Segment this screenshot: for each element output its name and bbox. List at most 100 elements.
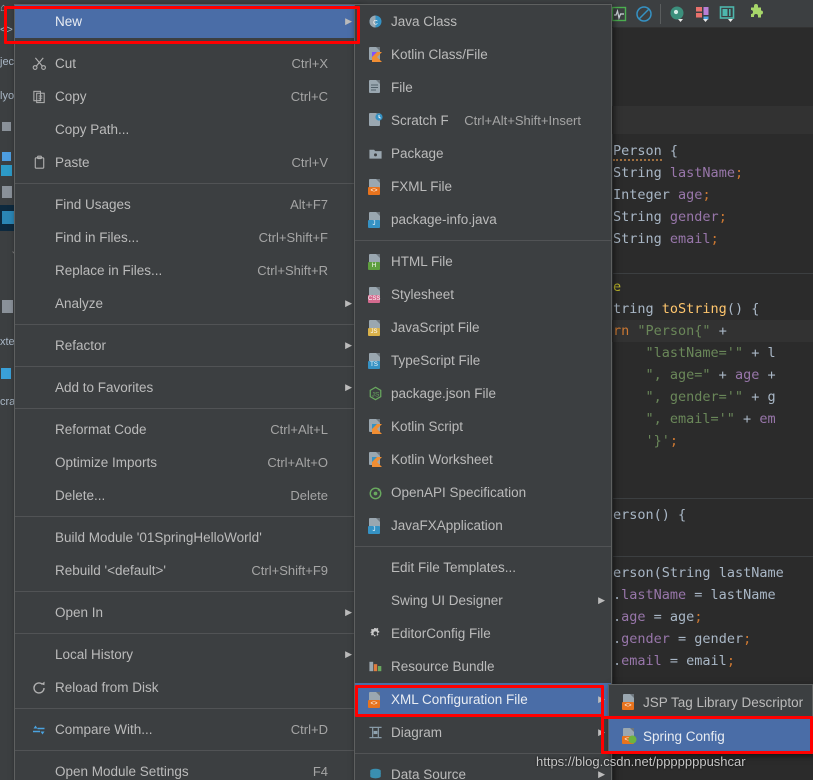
- submenu-item-label: Resource Bundle: [391, 659, 495, 674]
- menu-item-label: Compare With...: [55, 722, 153, 737]
- menu-item-cut[interactable]: Cut Ctrl+X: [15, 47, 358, 80]
- scratch-file-icon: [361, 104, 389, 137]
- database-icon[interactable]: [719, 5, 737, 23]
- blank-icon: [25, 554, 53, 587]
- menu-item-label: Replace in Files...: [55, 263, 163, 278]
- menu-item-rebuild[interactable]: Rebuild '<default>' Ctrl+Shift+F9: [15, 554, 358, 587]
- structure-icon[interactable]: [694, 5, 712, 23]
- submenu-item-spring-config[interactable]: <> Spring Config: [609, 719, 812, 753]
- submenu-item-label: TypeScript File: [391, 353, 481, 368]
- submenu-item-file[interactable]: File: [355, 71, 611, 104]
- submenu-item-fxml-file[interactable]: <> FXML File: [355, 170, 611, 203]
- menu-item-reload-from-disk[interactable]: Reload from Disk: [15, 671, 358, 704]
- menu-item-new[interactable]: New ▶: [15, 5, 358, 38]
- submenu-item-label: Kotlin Class/File: [391, 47, 488, 62]
- submenu-item-package-info[interactable]: J package-info.java: [355, 203, 611, 236]
- submenu-item-editorconfig-file[interactable]: EditorConfig File: [355, 617, 611, 650]
- menu-item-open-in[interactable]: Open In ▶: [15, 596, 358, 629]
- submenu-item-javafxapplication[interactable]: J JavaFXApplication: [355, 509, 611, 542]
- data-source-icon: [361, 758, 389, 780]
- code-line: ", email='" + em: [645, 411, 776, 427]
- menu-item-label: Reformat Code: [55, 422, 147, 437]
- code-line: Person {: [613, 143, 679, 161]
- menu-item-analyze[interactable]: Analyze ▶: [15, 287, 358, 320]
- coverage-icon[interactable]: [669, 5, 687, 23]
- menu-item-accelerator: Ctrl+Shift+R: [257, 263, 328, 278]
- submenu-item-label: XML Configuration File: [391, 692, 528, 707]
- menu-separator: [15, 591, 358, 592]
- submenu-item-label: package.json File: [391, 386, 497, 401]
- submenu-item-kotlin-worksheet[interactable]: Kotlin Worksheet: [355, 443, 611, 476]
- submenu-item-xml-configuration-file[interactable]: <> XML Configuration File ▶: [355, 683, 611, 716]
- menu-item-reformat-code[interactable]: Reformat Code Ctrl+Alt+L: [15, 413, 358, 446]
- code-line: e: [613, 279, 622, 295]
- submenu-item-scratch-file[interactable]: Scratch File Ctrl+Alt+Shift+Insert: [355, 104, 611, 137]
- scissors-icon: [25, 47, 53, 80]
- submenu-item-label: OpenAPI Specification: [391, 485, 527, 500]
- code-line: tring toString() {: [613, 301, 760, 317]
- submenu-item-openapi-specification[interactable]: OpenAPI Specification: [355, 476, 611, 509]
- menu-item-refactor[interactable]: Refactor ▶: [15, 329, 358, 362]
- menu-item-optimize-imports[interactable]: Optimize Imports Ctrl+Alt+O: [15, 446, 358, 479]
- submenu-item-stylesheet[interactable]: CSS Stylesheet: [355, 278, 611, 311]
- submenu-item-kotlin-class-file[interactable]: Kotlin Class/File: [355, 38, 611, 71]
- submenu-item-label: Java Class: [391, 14, 458, 29]
- blank-icon: [25, 254, 53, 287]
- project-node-icon: [1, 165, 12, 176]
- submenu-item-edit-file-templates[interactable]: Edit File Templates...: [355, 551, 611, 584]
- menu-item-label: Open In: [55, 605, 104, 620]
- submenu-item-diagram[interactable]: Diagram ▶: [355, 716, 611, 749]
- submenu-item-kotlin-script[interactable]: Kotlin Script: [355, 410, 611, 443]
- blank-icon: [361, 551, 389, 584]
- menu-item-copy[interactable]: Copy Ctrl+C: [15, 80, 358, 113]
- project-view-context-menu[interactable]: New ▶ Cut Ctrl+X Copy Ctrl+C Copy Path..…: [14, 4, 359, 780]
- submenu-item-swing-ui-designer[interactable]: Swing UI Designer ▶: [355, 584, 611, 617]
- submenu-item-packagejson-file[interactable]: JS package.json File: [355, 377, 611, 410]
- menu-item-replace-in-files[interactable]: Replace in Files... Ctrl+Shift+R: [15, 254, 358, 287]
- menu-item-paste[interactable]: Paste Ctrl+V: [15, 146, 358, 179]
- xml-configuration-file-submenu[interactable]: <> JSP Tag Library Descriptor <> Spring …: [608, 684, 813, 754]
- refresh-icon: [25, 671, 53, 704]
- activity-monitor-icon[interactable]: [611, 5, 629, 23]
- menu-item-delete[interactable]: Delete... Delete: [15, 479, 358, 512]
- submenu-item-label: Spring Config: [643, 728, 725, 744]
- editor-toolbar[interactable]: [607, 0, 813, 28]
- submenu-item-resource-bundle[interactable]: Resource Bundle: [355, 650, 611, 683]
- code-line: String lastName;: [613, 165, 744, 181]
- menu-separator: [355, 546, 611, 547]
- submenu-item-label: Kotlin Worksheet: [391, 452, 493, 467]
- code-editor[interactable]: Person { String lastName; Integer age; S…: [607, 28, 813, 780]
- xml-file-icon: <>: [615, 686, 643, 719]
- menu-item-label: Analyze: [55, 296, 104, 311]
- code-line: ", gender='" + g: [645, 389, 776, 405]
- gear-icon: [361, 617, 389, 650]
- submenu-item-label: JavaFXApplication: [391, 518, 503, 533]
- submenu-item-html-file[interactable]: H HTML File: [355, 245, 611, 278]
- blank-icon: [25, 221, 53, 254]
- menu-item-build-module[interactable]: Build Module '01SpringHelloWorld': [15, 521, 358, 554]
- menu-item-compare-with[interactable]: Compare With... Ctrl+D: [15, 713, 358, 746]
- code-line: '}';: [645, 433, 679, 449]
- project-node-label: <>: [0, 24, 13, 36]
- submenu-item-javascript-file[interactable]: JS JavaScript File: [355, 311, 611, 344]
- menu-item-add-to-favorites[interactable]: Add to Favorites ▶: [15, 371, 358, 404]
- menu-item-find-in-files[interactable]: Find in Files... Ctrl+Shift+F: [15, 221, 358, 254]
- submenu-item-typescript-file[interactable]: TS TypeScript File: [355, 344, 611, 377]
- menu-separator: [15, 324, 358, 325]
- spring-config-icon: <>: [615, 720, 643, 753]
- menu-item-find-usages[interactable]: Find Usages Alt+F7: [15, 188, 358, 221]
- menu-item-copy-path[interactable]: Copy Path...: [15, 113, 358, 146]
- submenu-item-jsp-tag-library-descriptor[interactable]: <> JSP Tag Library Descriptor: [609, 685, 812, 719]
- plugins-icon[interactable]: [747, 4, 767, 24]
- svg-text:JS: JS: [371, 391, 379, 398]
- menu-item-open-module-settings[interactable]: Open Module Settings F4: [15, 755, 358, 780]
- file-icon: [361, 71, 389, 104]
- submenu-item-package[interactable]: Package: [355, 137, 611, 170]
- menu-item-local-history[interactable]: Local History ▶: [15, 638, 358, 671]
- submenu-item-java-class[interactable]: C Java Class: [355, 5, 611, 38]
- project-node-icon: [2, 300, 13, 313]
- menu-item-label: Paste: [55, 155, 90, 170]
- package-icon: [361, 137, 389, 170]
- new-file-submenu[interactable]: C Java Class Kotlin Class/File File Scra…: [354, 4, 612, 780]
- no-entry-icon[interactable]: [635, 5, 653, 23]
